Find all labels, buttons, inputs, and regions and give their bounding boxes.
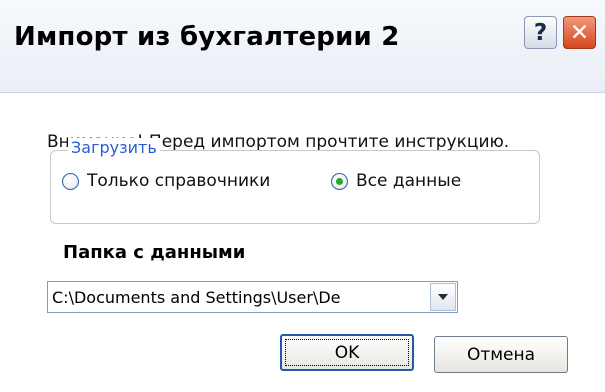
ok-button[interactable]: OK: [280, 334, 414, 371]
window-title: Импорт из бухгалтерии 2: [14, 22, 400, 52]
data-folder-label: Папка с данными: [63, 242, 246, 263]
chevron-down-icon: [438, 294, 448, 300]
title-bar[interactable]: Импорт из бухгалтерии 2 ? ✕: [0, 0, 605, 93]
close-icon: ✕: [569, 19, 590, 46]
radio-only-references[interactable]: Только справочники: [62, 171, 270, 191]
data-folder-combo[interactable]: [47, 281, 458, 313]
radio-checked-icon[interactable]: [331, 172, 348, 190]
close-button[interactable]: ✕: [563, 16, 596, 49]
radio-label: Все данные: [356, 171, 462, 191]
group-label: Загрузить: [68, 138, 160, 157]
radio-all-data[interactable]: Все данные: [331, 171, 461, 191]
help-icon: ?: [533, 19, 548, 46]
radio-unchecked-icon[interactable]: [62, 172, 79, 190]
cancel-button[interactable]: Отмена: [434, 336, 568, 373]
data-folder-input[interactable]: [48, 282, 423, 312]
dropdown-button[interactable]: [430, 283, 456, 311]
radio-label: Только справочники: [87, 171, 271, 191]
help-button[interactable]: ?: [524, 16, 557, 49]
